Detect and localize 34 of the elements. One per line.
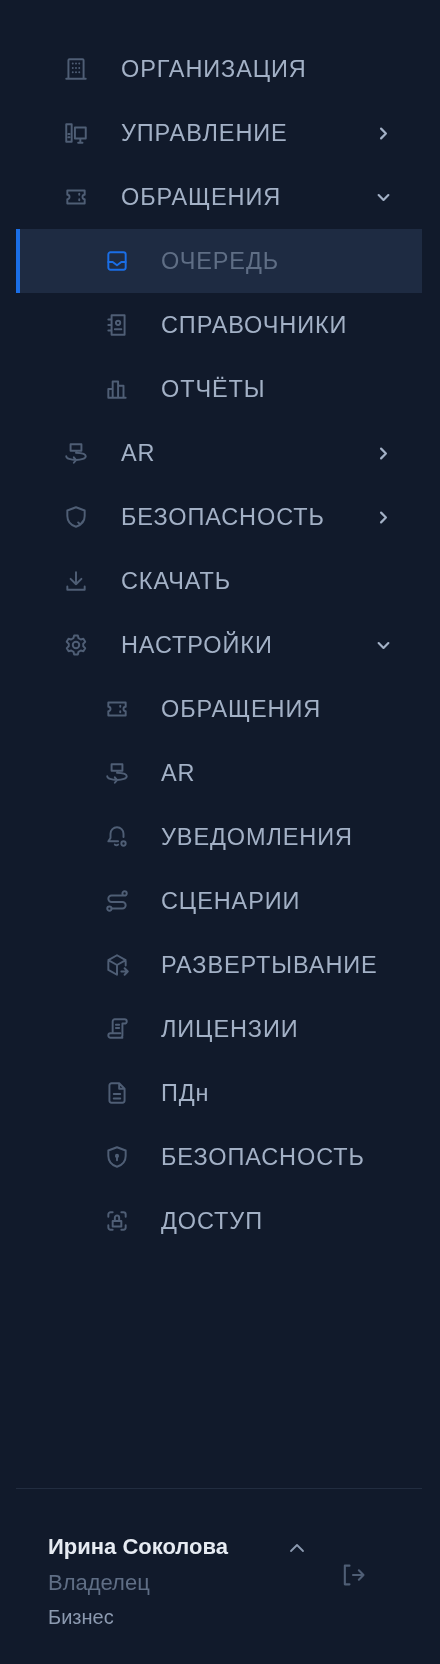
shield-lock-icon: [104, 1144, 130, 1170]
building-icon: [63, 56, 89, 82]
nav-item[interactable]: НАСТРОЙКИ: [16, 613, 422, 677]
nav-item[interactable]: ОБРАЩЕНИЯ: [16, 165, 422, 229]
scan-lock-icon: [104, 1208, 130, 1234]
nav-item[interactable]: УПРАВЛЕНИЕ: [16, 101, 422, 165]
nav-subitem[interactable]: СПРАВОЧНИКИ: [16, 293, 422, 357]
nav-subitem[interactable]: ОБРАЩЕНИЯ: [16, 677, 422, 741]
shield-check-icon: [63, 504, 89, 530]
inbox-icon: [104, 248, 130, 274]
nav-subitem[interactable]: ОТЧЁТЫ: [16, 357, 422, 421]
nav-subitem[interactable]: AR: [16, 741, 422, 805]
nav-item[interactable]: СКАЧАТЬ: [16, 549, 422, 613]
nav-item[interactable]: AR: [16, 421, 422, 485]
nav-item[interactable]: БЕЗОПАСНОСТЬ: [16, 485, 422, 549]
nav-subitem[interactable]: ДОСТУП: [16, 1189, 422, 1253]
nav-item[interactable]: ОРГАНИЗАЦИЯ: [16, 37, 422, 101]
bell-gear-icon: [104, 824, 130, 850]
nav-subitem[interactable]: ЛИЦЕНЗИИ: [16, 997, 422, 1061]
box-arrow-icon: [104, 952, 130, 978]
settings-icon: [63, 632, 89, 658]
user-name: Ирина Соколова: [48, 1533, 229, 1561]
nav-subitem[interactable]: БЕЗОПАСНОСТЬ: [16, 1125, 422, 1189]
user-plan: Бизнес: [48, 1605, 115, 1630]
nav-subitem[interactable]: ПДн: [16, 1061, 422, 1125]
nav-subitem[interactable]: УВЕДОМЛЕНИЯ: [16, 805, 422, 869]
orbit-arrow-icon: [104, 760, 130, 786]
nav-subitem[interactable]: РАЗВЕРТЫВАНИЕ: [16, 933, 422, 997]
route-icon: [104, 888, 130, 914]
scroll-icon: [104, 1016, 130, 1042]
user-role: Владелец: [48, 1569, 151, 1597]
orbit-arrow-icon: [63, 440, 89, 466]
nav-subitem[interactable]: СЦЕНАРИИ: [16, 869, 422, 933]
devices-icon: [63, 120, 89, 146]
